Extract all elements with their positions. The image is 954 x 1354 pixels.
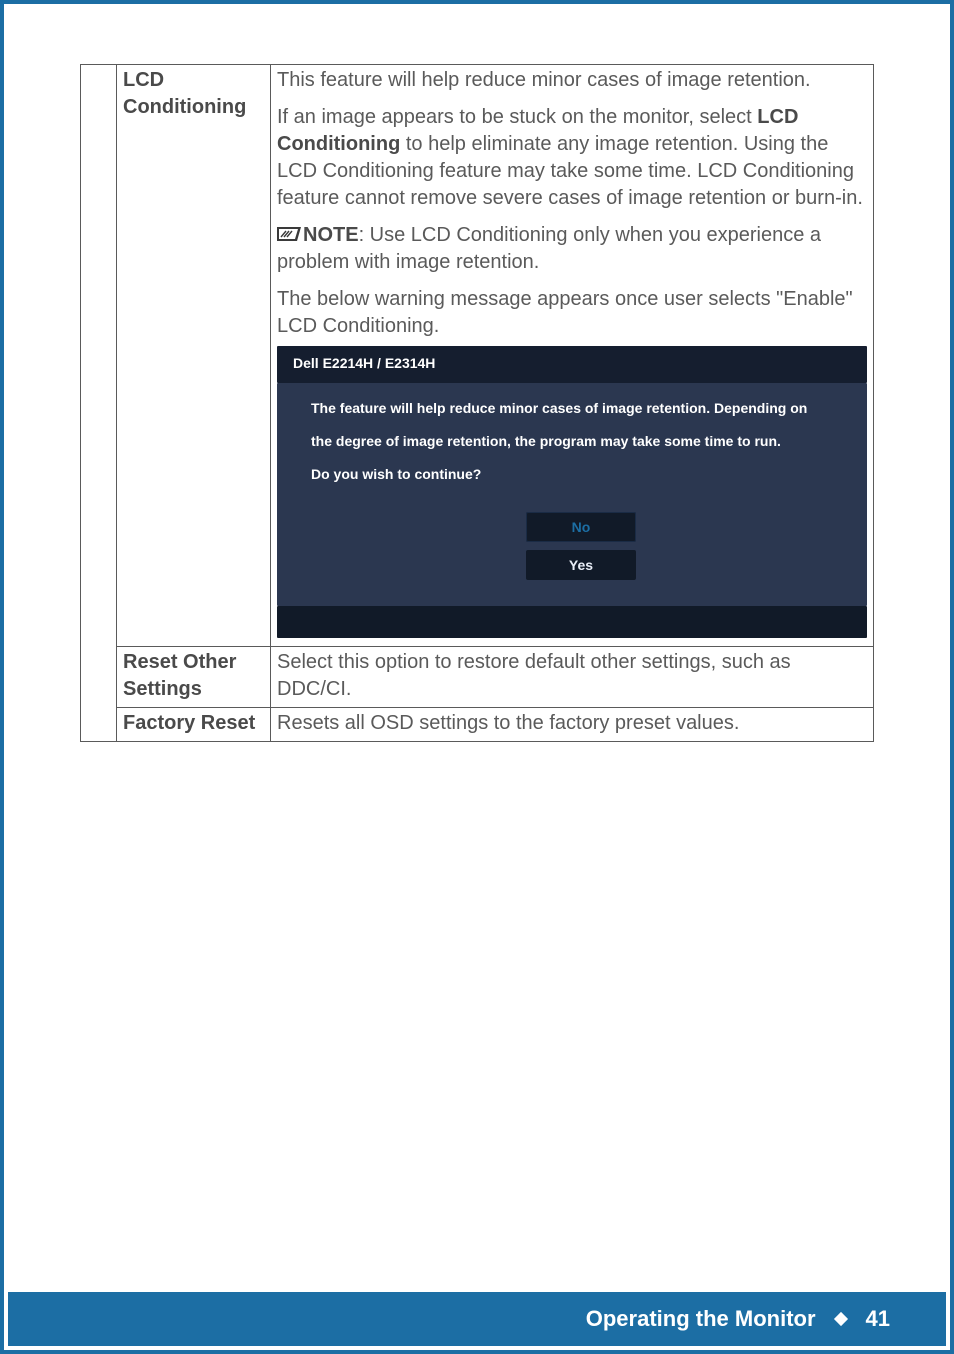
paragraph: This feature will help reduce minor case… (277, 67, 867, 94)
table-row: LCD Conditioning This feature will help … (81, 65, 874, 647)
table-row: Reset Other Settings Select this option … (81, 646, 874, 707)
setting-desc-lcd-conditioning: This feature will help reduce minor case… (271, 65, 874, 647)
dialog-text: Do you wish to continue? (311, 465, 851, 484)
content-area: LCD Conditioning This feature will help … (4, 4, 950, 742)
setting-desc-factory-reset: Resets all OSD settings to the factory p… (271, 707, 874, 741)
dialog-no-button[interactable]: No (526, 512, 636, 542)
note-label: NOTE (303, 224, 359, 246)
text: If an image appears to be stuck on the m… (277, 106, 757, 128)
note-paragraph: NOTE: Use LCD Conditioning only when you… (277, 222, 867, 276)
dialog-text: The feature will help reduce minor cases… (311, 399, 851, 418)
dialog-text: the degree of image retention, the progr… (311, 432, 851, 451)
row-gutter (81, 65, 117, 742)
dialog-buttons: No Yes (311, 498, 851, 602)
page: LCD Conditioning This feature will help … (0, 0, 954, 1354)
dialog-yes-button[interactable]: Yes (526, 550, 636, 580)
note-icon (277, 224, 301, 244)
dialog-body: The feature will help reduce minor cases… (277, 383, 867, 606)
paragraph: If an image appears to be stuck on the m… (277, 104, 867, 212)
dialog-title: Dell E2214H / E2314H (277, 346, 867, 383)
setting-label-factory-reset: Factory Reset (117, 707, 271, 741)
setting-label-reset-other: Reset Other Settings (117, 646, 271, 707)
paragraph: The below warning message appears once u… (277, 286, 867, 340)
settings-table: LCD Conditioning This feature will help … (80, 64, 874, 742)
setting-desc-reset-other: Select this option to restore default ot… (271, 646, 874, 707)
note-text: : Use LCD Conditioning only when you exp… (277, 224, 821, 273)
page-footer: Operating the Monitor 41 (8, 1292, 946, 1346)
footer-section-title: Operating the Monitor (586, 1306, 816, 1332)
setting-label-lcd-conditioning: LCD Conditioning (117, 65, 271, 647)
table-row: Factory Reset Resets all OSD settings to… (81, 707, 874, 741)
diamond-icon (833, 1312, 847, 1326)
dialog-footer (277, 606, 867, 638)
osd-dialog: Dell E2214H / E2314H The feature will he… (277, 346, 867, 638)
page-number: 41 (866, 1306, 890, 1332)
